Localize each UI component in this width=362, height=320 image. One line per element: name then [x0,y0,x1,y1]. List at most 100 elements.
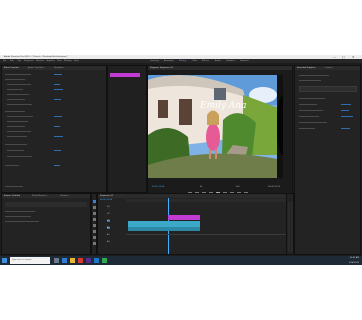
property-row[interactable] [7,136,27,137]
project-item[interactable] [5,211,35,212]
graphics-value[interactable] [341,110,349,111]
workspace-assembly[interactable]: Assembly [164,59,174,63]
property-value[interactable] [54,150,61,151]
graphic-clip[interactable] [168,215,200,220]
property-row[interactable] [7,116,33,117]
timeline-timecode[interactable]: 00:00:12:04 [100,199,112,201]
property-value[interactable] [54,136,63,137]
graphics-row[interactable] [299,104,317,105]
menu-edit[interactable]: Edit [10,59,14,63]
workspace-color[interactable]: Color [192,59,197,63]
graphics-value[interactable] [341,128,350,129]
program-video-frame[interactable]: Emily Ana [148,75,283,178]
chrome-browser-icon[interactable] [78,258,83,263]
property-row[interactable] [7,89,23,90]
workspace-learning[interactable]: Learning [150,59,159,63]
graphics-row[interactable] [299,116,319,117]
taskbar-clock[interactable]: 10:42 AM 5/14/2020 [349,256,359,265]
menu-sequence[interactable]: Sequence [24,59,34,63]
quality-dropdown[interactable]: Full [236,186,239,188]
tab-effect-controls[interactable]: Effect Controls [4,66,19,70]
property-value[interactable] [54,84,60,85]
menu-markers[interactable]: Markers [36,59,44,63]
windows-start-icon[interactable] [2,258,7,263]
project-item[interactable] [5,216,31,217]
selection-tool-icon[interactable] [93,200,96,203]
track-v1-label[interactable]: V1 [107,220,110,222]
graphics-row[interactable] [299,122,327,123]
workspace-libraries[interactable]: Libraries [240,59,249,63]
property-row[interactable] [7,104,32,105]
property-row[interactable] [5,144,27,145]
property-row[interactable] [7,126,25,127]
graphics-value[interactable] [341,116,353,117]
tab-program-monitor[interactable]: Program: Sequence 01 [150,66,173,70]
track-v3-label[interactable]: V3 [107,206,110,208]
menu-window[interactable]: Window [64,59,72,63]
property-row[interactable] [7,150,24,151]
ripple-edit-tool-icon[interactable] [93,212,96,215]
fit-dropdown[interactable]: Fit [200,186,202,188]
project-item[interactable] [5,221,39,222]
taskbar-search[interactable]: Type here to search [10,257,50,264]
graphics-row[interactable] [299,128,315,129]
tab-project[interactable]: Project: Untitled [4,194,20,198]
menu-graphics[interactable]: Graphics [46,59,55,63]
graphics-row[interactable] [299,98,325,99]
file-explorer-icon[interactable] [70,258,75,263]
tab-sequence[interactable]: Sequence 01 [100,194,113,198]
mail-icon[interactable] [94,258,99,263]
pen-tool-icon[interactable] [93,230,96,233]
premiere-pro-icon[interactable] [86,258,91,263]
property-value[interactable] [54,74,62,75]
property-value[interactable] [54,165,60,166]
title-overlay-text[interactable]: Emily Ana [200,101,246,111]
workspace-effects[interactable]: Effects [202,59,209,63]
graphics-row[interactable] [299,80,321,81]
track-a3-label[interactable]: A3 [107,241,110,243]
property-value[interactable] [54,116,62,117]
tab-metadata[interactable]: Metadata [54,66,63,70]
tab-audio-clip-mixer[interactable]: Audio Clip Mixer [28,66,44,70]
program-timecode[interactable]: 00:00:12:04 [152,186,164,188]
property-row[interactable] [5,111,25,112]
slip-tool-icon[interactable] [93,224,96,227]
tab-libraries[interactable]: Libraries [60,194,69,198]
workspace-graphics[interactable]: Graphics [226,59,235,63]
property-row[interactable] [7,121,28,122]
tab-lumetri[interactable]: Lumetri [325,66,333,70]
property-row[interactable] [5,74,31,75]
tab-essential-graphics[interactable]: Essential Graphics [297,66,315,70]
property-row[interactable] [5,79,25,80]
property-row[interactable] [7,84,31,85]
property-row[interactable] [7,156,32,157]
menu-view[interactable]: View [57,59,62,63]
property-row[interactable] [7,99,25,100]
video-clip-2[interactable] [128,227,200,231]
app-icon[interactable] [102,258,107,263]
type-tool-icon[interactable] [93,242,96,245]
track-a2-label[interactable]: A2 [107,234,110,236]
graphics-value[interactable] [341,104,351,105]
task-view-icon[interactable] [54,258,59,263]
track-v2-label[interactable]: V2 [107,213,110,215]
layer-item[interactable] [299,86,357,92]
track-a1-label[interactable]: A1 [107,227,110,229]
graphics-row[interactable] [299,110,323,111]
workspace-audio[interactable]: Audio [215,59,221,63]
property-value[interactable] [54,89,63,90]
property-row[interactable] [7,131,31,132]
menu-help[interactable]: Help [74,59,79,63]
property-row[interactable] [5,186,23,187]
menu-file[interactable]: File [3,59,6,63]
project-search-bar[interactable] [5,202,87,207]
workspace-editing[interactable]: Editing [179,59,186,63]
razor-tool-icon[interactable] [93,218,96,221]
property-row[interactable] [5,165,19,166]
time-ruler[interactable] [126,199,292,202]
property-value[interactable] [54,126,60,127]
property-row[interactable] [7,94,29,95]
hand-tool-icon[interactable] [93,236,96,239]
property-value[interactable] [54,99,61,100]
tab-media-browser[interactable]: Media Browser [32,194,47,198]
